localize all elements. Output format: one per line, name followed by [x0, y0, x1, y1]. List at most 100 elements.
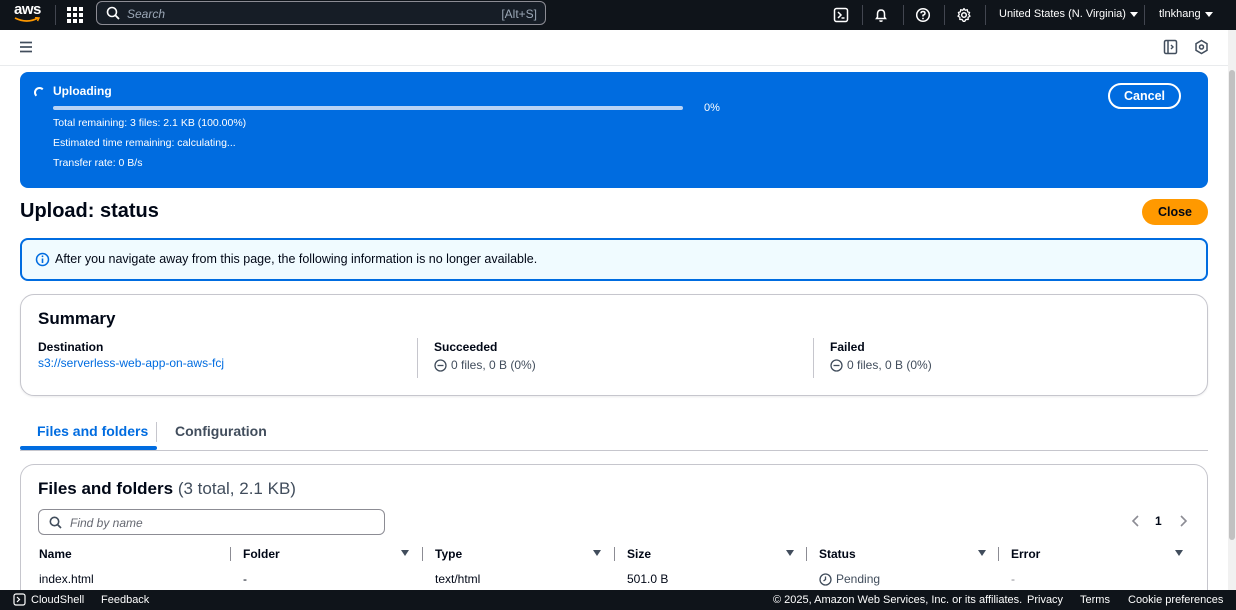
column-resizer[interactable] [422, 547, 423, 561]
progress-percent: 0% [704, 102, 720, 114]
succeeded-label: Succeeded [434, 340, 498, 354]
top-navigation: aws Search [Alt+S] United States (N. Vir… [0, 0, 1236, 30]
info-alert: After you navigate away from this page, … [20, 238, 1208, 281]
scrollbar-thumb[interactable] [1229, 70, 1235, 540]
summary-container: Summary Destination s3://serverless-web-… [20, 294, 1208, 396]
close-button[interactable]: Close [1142, 199, 1208, 225]
destination-label: Destination [38, 340, 104, 354]
help-icon[interactable] [913, 5, 933, 25]
column-header-status[interactable]: Status [819, 547, 856, 561]
feedback-link[interactable]: Feedback [101, 594, 149, 606]
column-header-folder[interactable]: Folder [243, 547, 280, 561]
info-icon [35, 252, 50, 267]
nav-divider [862, 5, 863, 25]
estimated-time: Estimated time remaining: calculating... [53, 137, 236, 149]
cancel-button[interactable]: Cancel [1108, 83, 1181, 109]
failed-label: Failed [830, 340, 865, 354]
tab-divider [156, 422, 157, 442]
column-resizer[interactable] [614, 547, 615, 561]
column-divider [813, 338, 814, 378]
transfer-rate: Transfer rate: 0 B/s [53, 157, 143, 169]
region-label: United States (N. Virginia) [999, 8, 1126, 20]
aws-logo[interactable]: aws [14, 1, 42, 25]
cloudshell-footer-icon[interactable] [13, 593, 26, 609]
chevron-down-icon [1129, 11, 1138, 17]
succeeded-value: 0 files, 0 B (0%) [451, 358, 536, 372]
nav-divider [985, 5, 986, 25]
status-stopped-icon [830, 358, 843, 372]
upload-progress-bar [53, 106, 683, 110]
privacy-link[interactable]: Privacy [1027, 594, 1063, 606]
page-title: Upload: status [20, 200, 159, 222]
aws-smile-icon [14, 17, 40, 22]
sub-header [0, 30, 1228, 66]
destination-link[interactable]: s3://serverless-web-app-on-aws-fcj [38, 356, 224, 370]
search-icon [49, 516, 62, 529]
sort-icon[interactable] [1175, 550, 1183, 556]
column-resizer[interactable] [998, 547, 999, 561]
column-header-name[interactable]: Name [39, 547, 72, 561]
flash-title: Uploading [53, 84, 112, 98]
settings-gear-icon[interactable] [954, 5, 974, 25]
nav-divider [55, 5, 56, 25]
tab-files-and-folders[interactable]: Files and folders [37, 423, 148, 439]
cell-type: text/html [435, 572, 481, 586]
chevron-right-icon[interactable] [1178, 515, 1188, 530]
active-tab-indicator [20, 446, 157, 450]
terms-link[interactable]: Terms [1080, 594, 1110, 606]
aws-logo-text: aws [14, 1, 41, 18]
sort-icon[interactable] [401, 550, 409, 556]
page-scrollbar[interactable] [1228, 30, 1236, 590]
summary-heading: Summary [38, 309, 116, 328]
failed-value: 0 files, 0 B (0%) [847, 358, 932, 372]
search-input[interactable]: Search [Alt+S] [96, 1, 546, 25]
region-selector[interactable]: United States (N. Virginia) [999, 8, 1138, 20]
column-resizer[interactable] [806, 547, 807, 561]
search-icon [106, 6, 120, 20]
copyright-text: © 2025, Amazon Web Services, Inc. or its… [773, 594, 1023, 606]
search-shortcut: [Alt+S] [501, 7, 537, 21]
column-resizer[interactable] [230, 547, 231, 561]
find-placeholder: Find by name [70, 516, 143, 530]
nav-divider [1144, 5, 1145, 25]
side-panel-icon[interactable] [1163, 39, 1178, 58]
upload-progress-flashbar: Uploading 0% Total remaining: 3 files: 2… [20, 72, 1208, 188]
column-divider [417, 338, 418, 378]
user-name: tlnkhang [1159, 8, 1201, 20]
cookie-preferences-link[interactable]: Cookie preferences [1128, 594, 1223, 606]
cloudshell-link[interactable]: CloudShell [31, 594, 84, 606]
column-header-error[interactable]: Error [1011, 547, 1040, 561]
files-table-heading: Files and folders (3 total, 2.1 KB) [38, 479, 296, 499]
cloudshell-icon[interactable] [831, 5, 851, 25]
info-message: After you navigate away from this page, … [55, 252, 538, 266]
cell-name: index.html [39, 572, 94, 586]
sort-icon[interactable] [593, 550, 601, 556]
cell-status: Pending [819, 572, 880, 586]
account-menu[interactable]: tlnkhang [1159, 8, 1213, 20]
status-stopped-icon [434, 358, 447, 372]
files-table-container: Files and folders (3 total, 2.1 KB) Find… [20, 464, 1208, 604]
find-by-name-input[interactable]: Find by name [38, 509, 385, 535]
page-number-button[interactable]: 1 [1155, 514, 1162, 528]
chevron-down-icon [1204, 11, 1213, 17]
total-remaining: Total remaining: 3 files: 2.1 KB (100.00… [53, 117, 247, 129]
chevron-left-icon[interactable] [1131, 515, 1141, 530]
tab-list: Files and folders Configuration [20, 414, 1208, 451]
menu-hamburger-icon[interactable] [19, 41, 33, 56]
loading-spinner-icon [34, 87, 45, 98]
column-header-size[interactable]: Size [627, 547, 651, 561]
notifications-bell-icon[interactable] [871, 5, 891, 25]
sort-icon[interactable] [978, 550, 986, 556]
console-footer: CloudShell Feedback © 2025, Amazon Web S… [0, 590, 1236, 610]
column-header-type[interactable]: Type [435, 547, 462, 561]
tab-configuration[interactable]: Configuration [175, 423, 267, 439]
nav-divider [944, 5, 945, 25]
status-text: Pending [836, 572, 881, 586]
sort-icon[interactable] [786, 550, 794, 556]
files-count: (3 total, 2.1 KB) [177, 479, 296, 498]
cell-size: 501.0 B [627, 572, 669, 586]
hexagon-settings-icon[interactable] [1194, 39, 1209, 58]
search-placeholder: Search [127, 7, 166, 21]
services-grid-icon[interactable] [66, 6, 84, 24]
files-heading-text: Files and folders [38, 479, 174, 498]
